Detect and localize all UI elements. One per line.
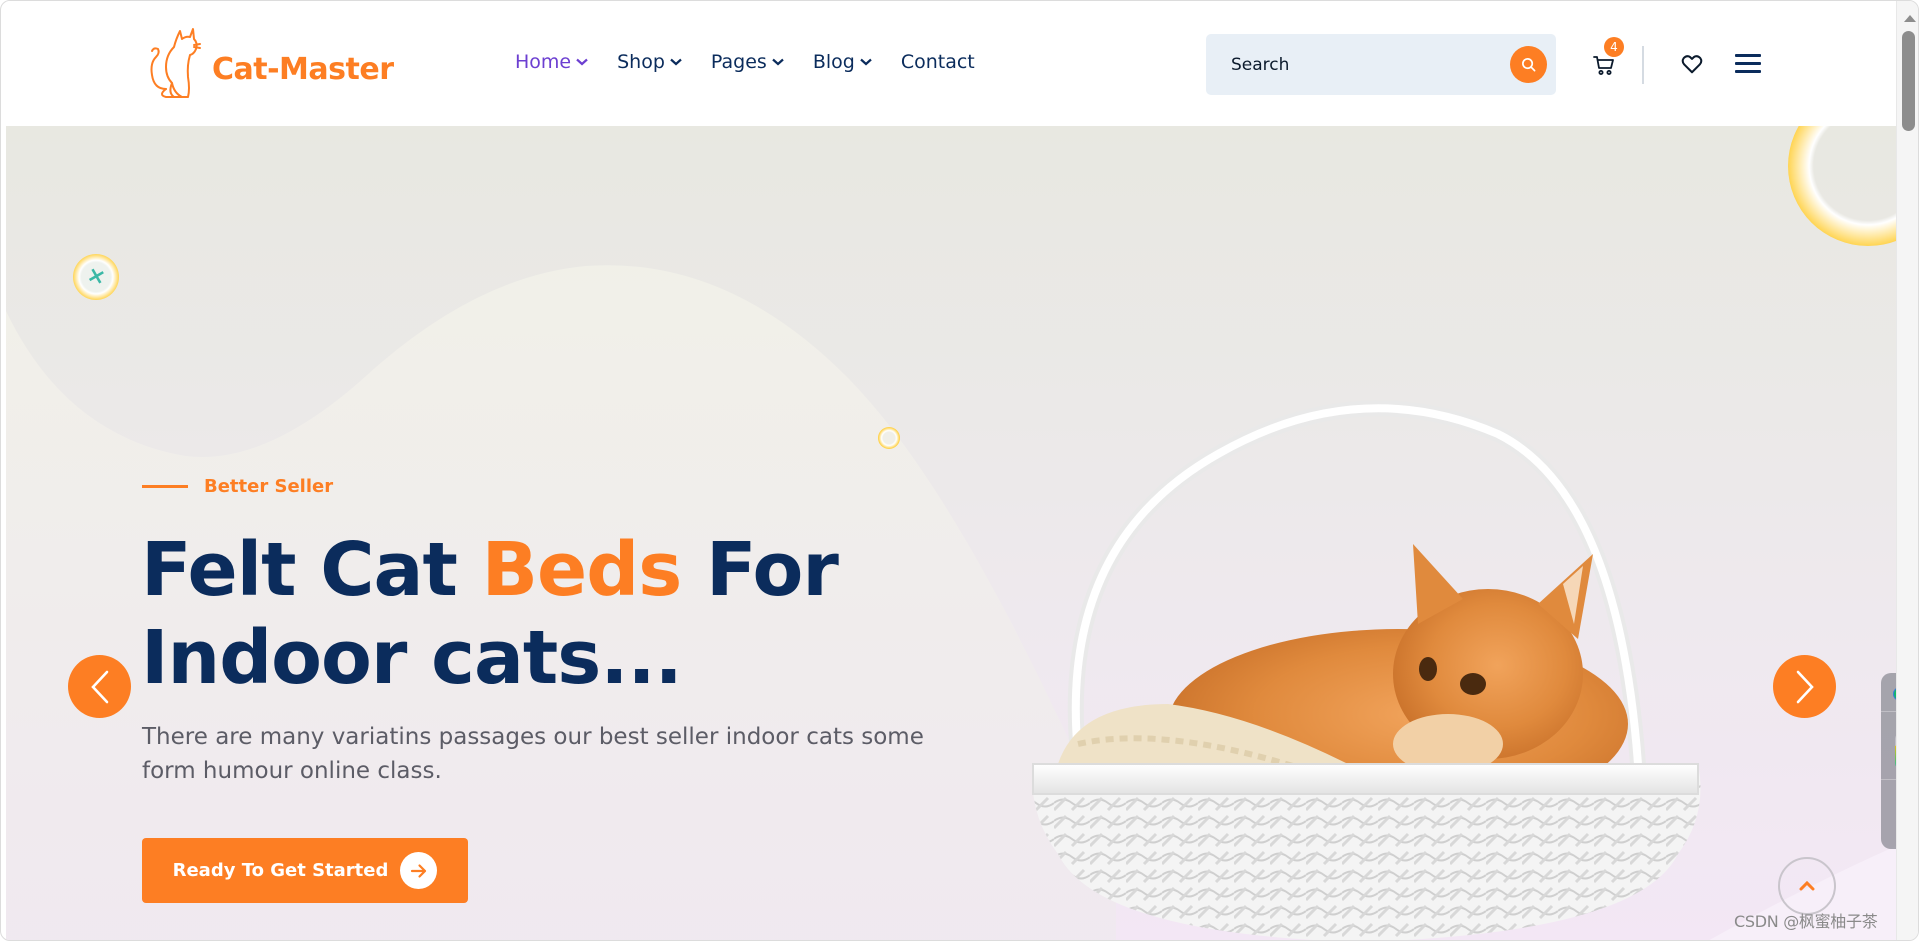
main-nav: Home Shop Pages Blog Contact <box>515 51 1004 73</box>
scroll-to-top-button[interactable] <box>1778 857 1836 915</box>
search-box <box>1206 34 1556 95</box>
site-header: Cat-Master Home Shop Pages Blog Contact <box>6 1 1896 126</box>
browser-viewport: Cat-Master Home Shop Pages Blog Contact <box>0 0 1919 941</box>
chevron-down-icon <box>576 58 588 66</box>
nav-item-shop[interactable]: Shop <box>617 51 682 73</box>
chevron-right-icon <box>1796 670 1814 703</box>
hamburger-menu-icon[interactable] <box>1735 54 1761 74</box>
slider-prev-button[interactable] <box>68 655 131 718</box>
header-divider <box>1642 46 1644 84</box>
nav-item-label: Home <box>515 51 572 73</box>
brand-logo[interactable]: Cat-Master <box>144 27 394 101</box>
hero-slider: × Better Seller Felt Cat Beds For Indoor… <box>6 126 1896 940</box>
search-button[interactable] <box>1510 46 1547 83</box>
nav-item-label: Blog <box>812 51 855 73</box>
page-scrollbar[interactable] <box>1896 1 1918 940</box>
search-input[interactable] <box>1206 34 1506 95</box>
brand-name: Cat-Master <box>212 51 394 87</box>
chevron-up-icon <box>1799 881 1815 891</box>
chevron-down-icon <box>670 58 682 66</box>
hero-tagline: Better Seller <box>142 476 333 497</box>
slider-next-button[interactable] <box>1773 655 1836 718</box>
hero-headline: Felt Cat Beds For Indoor cats... <box>141 526 1041 702</box>
nav-item-label: Pages <box>710 51 767 73</box>
search-icon <box>1522 58 1536 72</box>
get-started-label: Ready To Get Started <box>172 860 389 881</box>
cross-mark-icon: × <box>83 262 109 291</box>
decorative-ring-small: × <box>73 254 119 300</box>
nav-item-label: Contact <box>900 51 975 73</box>
nav-item-pages[interactable]: Pages <box>711 51 784 73</box>
scrollbar-thumb[interactable] <box>1902 31 1915 131</box>
headline-accent: Beds <box>481 527 683 613</box>
chevron-down-icon <box>772 58 784 66</box>
heart-icon[interactable] <box>1681 53 1703 75</box>
chevron-down-icon <box>860 58 872 66</box>
headline-text: Felt Cat <box>141 527 482 613</box>
chevron-left-icon <box>90 670 108 703</box>
nav-item-label: Shop <box>617 51 665 73</box>
cat-outline-icon <box>150 28 201 98</box>
tagline-line <box>142 485 188 488</box>
scroll-up-arrow-icon[interactable] <box>1904 15 1916 22</box>
hero-description: There are many variatins passages our be… <box>142 724 924 784</box>
nav-item-contact[interactable]: Contact <box>901 51 975 73</box>
decorative-ring-tiny <box>878 427 900 449</box>
arrow-right-icon <box>400 852 438 889</box>
tagline-text: Better Seller <box>204 476 334 497</box>
cart-count-badge: 4 <box>1604 37 1624 57</box>
nav-item-home[interactable]: Home <box>515 51 588 73</box>
nav-item-blog[interactable]: Blog <box>813 51 872 73</box>
cat-basket-image <box>1032 400 1701 940</box>
watermark-text: CSDN @枫蜜柚子茶 <box>1734 912 1878 931</box>
get-started-button[interactable]: Ready To Get Started <box>142 838 468 903</box>
